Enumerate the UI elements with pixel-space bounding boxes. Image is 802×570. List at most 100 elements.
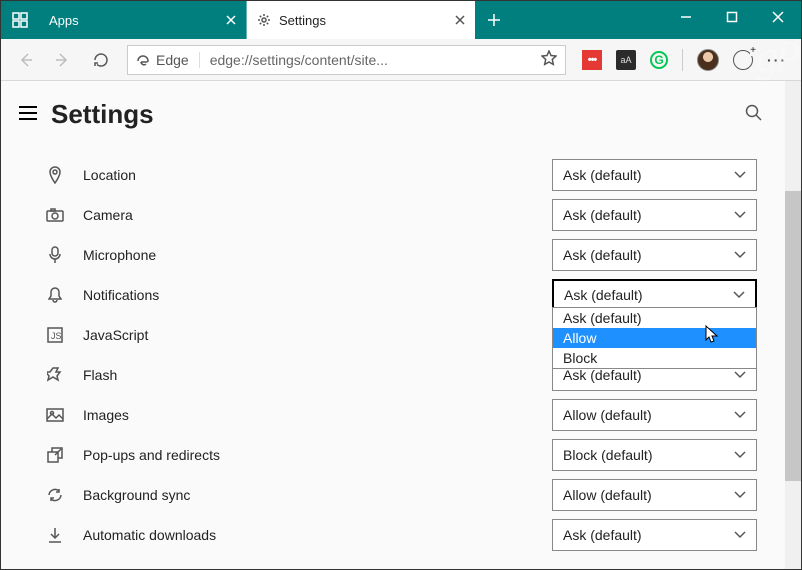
close-icon bbox=[772, 11, 784, 23]
tab-title: Apps bbox=[49, 13, 218, 28]
dropdown-option[interactable]: Allow bbox=[553, 328, 756, 348]
extensions-area: ••• aA G ··· bbox=[574, 49, 795, 71]
permission-label: Pop-ups and redirects bbox=[83, 447, 552, 463]
chevron-down-icon bbox=[734, 171, 746, 179]
hamburger-icon bbox=[19, 106, 37, 120]
maximize-icon bbox=[726, 11, 738, 23]
arrow-right-icon bbox=[54, 51, 72, 69]
permission-select-images[interactable]: Allow (default) bbox=[552, 399, 757, 431]
chevron-down-icon bbox=[734, 371, 746, 379]
extension-lastpass-icon[interactable]: ••• bbox=[582, 50, 602, 70]
chevron-down-icon bbox=[734, 211, 746, 219]
minimize-button[interactable] bbox=[663, 1, 709, 33]
window-title-bar: Apps Settings bbox=[1, 1, 801, 39]
dropdown-option[interactable]: Ask (default) bbox=[553, 308, 756, 328]
tab-close-button[interactable] bbox=[455, 13, 465, 28]
chevron-down-icon bbox=[734, 491, 746, 499]
permission-label: JavaScript bbox=[83, 327, 552, 343]
app-menu-button[interactable] bbox=[1, 1, 39, 39]
separator bbox=[682, 49, 683, 71]
chevron-down-icon bbox=[734, 451, 746, 459]
page-content: Settings Location Ask (default) Camera A… bbox=[1, 81, 801, 569]
permission-label: Background sync bbox=[83, 487, 552, 503]
plus-icon bbox=[488, 14, 500, 26]
popup-icon bbox=[45, 447, 65, 463]
address-bar[interactable]: Edge edge://settings/content/site... bbox=[127, 45, 566, 75]
permission-row-location[interactable]: Location Ask (default) bbox=[45, 155, 775, 195]
chevron-down-icon bbox=[733, 291, 745, 299]
edge-icon bbox=[136, 53, 150, 67]
permission-label: Microphone bbox=[83, 247, 552, 263]
permission-select-location[interactable]: Ask (default) bbox=[552, 159, 757, 191]
star-icon bbox=[541, 50, 557, 66]
arrow-left-icon bbox=[16, 51, 34, 69]
grid-icon bbox=[12, 12, 28, 28]
site-identity[interactable]: Edge bbox=[136, 52, 200, 68]
window-close-button[interactable] bbox=[755, 1, 801, 33]
permission-select-background-sync[interactable]: Allow (default) bbox=[552, 479, 757, 511]
permission-row-camera[interactable]: Camera Ask (default) bbox=[45, 195, 775, 235]
tab-title: Settings bbox=[279, 13, 447, 28]
feedback-button[interactable] bbox=[733, 50, 753, 70]
scrollbar-thumb[interactable] bbox=[785, 191, 801, 481]
permission-row-automatic-downloads[interactable]: Automatic downloads Ask (default) bbox=[45, 515, 775, 555]
bell-icon bbox=[45, 287, 65, 303]
permission-row-notifications[interactable]: Notifications Ask (default) Ask (default… bbox=[45, 275, 775, 315]
refresh-icon bbox=[92, 51, 110, 69]
scrollbar-track[interactable] bbox=[785, 81, 801, 569]
profile-avatar[interactable] bbox=[697, 49, 719, 71]
browser-toolbar: Edge edge://settings/content/site... •••… bbox=[1, 39, 801, 81]
permission-select-microphone[interactable]: Ask (default) bbox=[552, 239, 757, 271]
tab-apps[interactable]: Apps bbox=[39, 1, 247, 39]
new-tab-button[interactable] bbox=[475, 1, 513, 39]
javascript-icon: JS bbox=[45, 327, 65, 343]
permission-row-background-sync[interactable]: Background sync Allow (default) bbox=[45, 475, 775, 515]
chevron-down-icon bbox=[734, 251, 746, 259]
images-icon bbox=[45, 408, 65, 422]
permission-row-microphone[interactable]: Microphone Ask (default) bbox=[45, 235, 775, 275]
permission-label: Camera bbox=[83, 207, 552, 223]
dropdown-menu: Ask (default) Allow Block bbox=[552, 307, 757, 369]
microphone-icon bbox=[45, 246, 65, 264]
sync-icon bbox=[45, 487, 65, 503]
settings-menu-button[interactable] bbox=[19, 106, 37, 123]
permission-row-images[interactable]: Images Allow (default) bbox=[45, 395, 775, 435]
refresh-button[interactable] bbox=[83, 42, 119, 78]
permission-select-popups[interactable]: Block (default) bbox=[552, 439, 757, 471]
flash-icon bbox=[45, 367, 65, 383]
page-header: Settings bbox=[1, 81, 801, 147]
permission-select-automatic-downloads[interactable]: Ask (default) bbox=[552, 519, 757, 551]
cursor-icon bbox=[705, 325, 719, 345]
permissions-list: Location Ask (default) Camera Ask (defau… bbox=[1, 147, 801, 555]
close-icon bbox=[226, 15, 236, 25]
permission-label: Images bbox=[83, 407, 552, 423]
download-icon bbox=[45, 527, 65, 543]
dropdown-option[interactable]: Block bbox=[553, 348, 756, 368]
settings-search-button[interactable] bbox=[745, 104, 763, 125]
chevron-down-icon bbox=[734, 411, 746, 419]
permission-label: Flash bbox=[83, 367, 552, 383]
extension-grammarly-icon[interactable]: G bbox=[650, 51, 668, 69]
permission-label: Automatic downloads bbox=[83, 527, 552, 543]
tab-close-button[interactable] bbox=[226, 13, 236, 28]
forward-button[interactable] bbox=[45, 42, 81, 78]
maximize-button[interactable] bbox=[709, 1, 755, 33]
permission-label: Location bbox=[83, 167, 552, 183]
permission-row-popups[interactable]: Pop-ups and redirects Block (default) bbox=[45, 435, 775, 475]
identity-label: Edge bbox=[156, 52, 189, 68]
back-button[interactable] bbox=[7, 42, 43, 78]
chevron-down-icon bbox=[734, 531, 746, 539]
more-menu-button[interactable]: ··· bbox=[767, 52, 787, 68]
window-controls bbox=[663, 1, 801, 33]
page-title: Settings bbox=[51, 99, 745, 130]
search-icon bbox=[745, 104, 763, 122]
tab-settings[interactable]: Settings bbox=[247, 1, 475, 39]
permission-label: Notifications bbox=[83, 287, 552, 303]
favorite-button[interactable] bbox=[541, 50, 557, 69]
extension-dark-icon[interactable]: aA bbox=[616, 50, 636, 70]
svg-text:JS: JS bbox=[51, 331, 62, 341]
location-icon bbox=[45, 166, 65, 184]
camera-icon bbox=[45, 208, 65, 222]
close-icon bbox=[455, 15, 465, 25]
permission-select-camera[interactable]: Ask (default) bbox=[552, 199, 757, 231]
